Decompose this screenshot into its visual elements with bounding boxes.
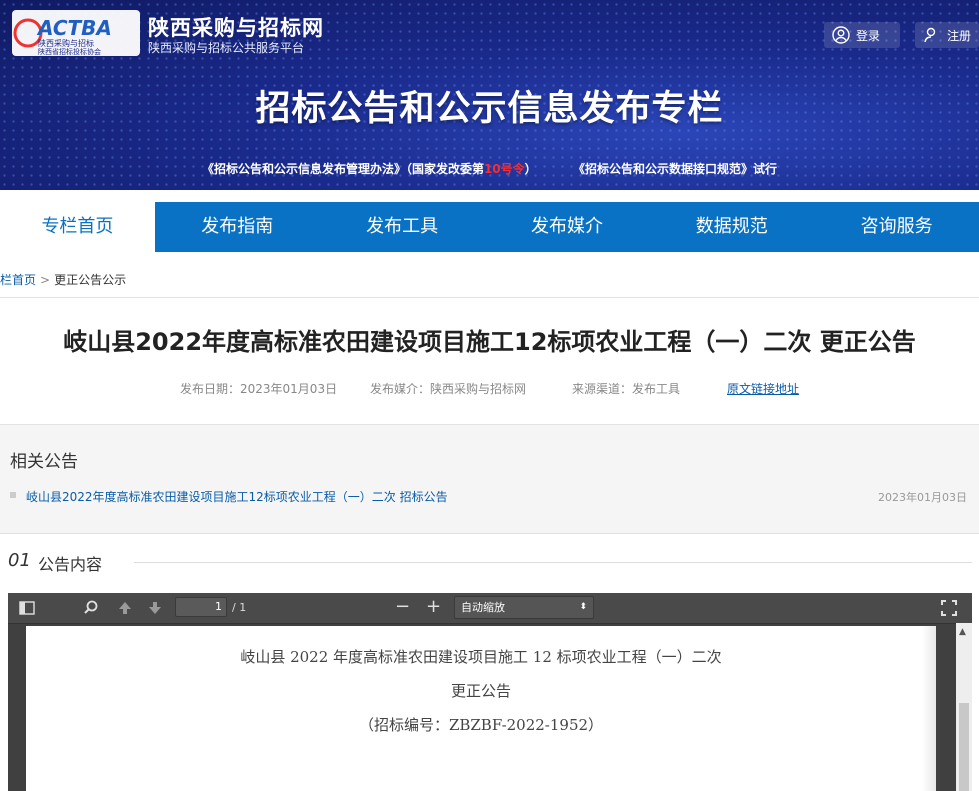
login-label: 登录 — [856, 28, 881, 43]
register-label: 注册 — [947, 28, 972, 43]
related-heading: 相关公告 — [10, 452, 78, 472]
nav-item-tools[interactable]: 发布工具 — [320, 202, 485, 252]
svg-text:陕西省招标投标协会: 陕西省招标投标协会 — [38, 47, 101, 56]
page-number-input[interactable]: 1 — [175, 597, 227, 617]
user-add-icon — [924, 27, 936, 43]
breadcrumb: 栏首页 > 更正公告公示 — [0, 271, 126, 288]
nav-item-media[interactable]: 发布媒介 — [485, 202, 650, 252]
pdf-page: 岐山县 2022 年度高标准农田建设项目施工 12 标项农业工程（一）二次 更正… — [26, 626, 936, 791]
zoom-select[interactable]: 自动缩放 ⬍ — [454, 596, 594, 619]
chevron-updown-icon: ⬍ — [579, 602, 587, 612]
regulation-link[interactable]: 《招标公告和公示信息发布管理办法》（国家发改委第10号令） — [202, 162, 537, 176]
fullscreen-icon[interactable] — [940, 599, 958, 617]
interface-spec-link[interactable]: 《招标公告和公示数据接口规范》试行 — [573, 162, 777, 176]
zoom-value: 自动缩放 — [461, 601, 505, 614]
section-label: 公告内容 — [38, 555, 103, 574]
sidebar-toggle-icon[interactable] — [18, 599, 36, 617]
section-number: 01 — [8, 550, 31, 571]
source-channel: 来源渠道：发布工具 — [572, 382, 681, 396]
register-button[interactable]: 注册 — [915, 22, 979, 48]
previous-page-icon[interactable] — [116, 599, 134, 617]
announcement-title: 岐山县2022年度高标准农田建设项目施工12标项农业工程（一）二次 更正公告 — [63, 328, 916, 356]
pdf-scrollbar[interactable]: ▲ — [956, 623, 972, 791]
doc-title-line: 岐山县 2022 年度高标准农田建设项目施工 12 标项农业工程（一）二次 — [240, 648, 722, 666]
breadcrumb-separator: > — [40, 273, 51, 287]
site-logo[interactable]: ACTBA 陕西采购与招标 陕西省招标投标协会 — [12, 10, 140, 56]
login-button[interactable]: 登录 — [824, 22, 900, 48]
regulation-link-text: 《招标公告和公示信息发布管理办法》（国家发改委第 — [201, 162, 484, 176]
zoom-out-button[interactable]: − — [395, 596, 413, 617]
nav-item-consulting[interactable]: 咨询服务 — [814, 202, 979, 252]
breadcrumb-current: 更正公告公示 — [54, 273, 127, 287]
related-announcements: 相关公告 岐山县2022年度高标准农田建设项目施工12标项农业工程（一）二次 招… — [0, 424, 979, 534]
main-nav: 专栏首页 发布指南 发布工具 发布媒介 数据规范 咨询服务 — [0, 202, 979, 252]
doc-subtitle-line: 更正公告 — [450, 682, 511, 700]
publish-date: 发布日期：2023年01月03日 — [180, 382, 338, 396]
original-link[interactable]: 原文链接地址 — [727, 380, 799, 397]
nav-item-guide[interactable]: 发布指南 — [155, 202, 320, 252]
pdf-viewer: 1 / 1 − + 自动缩放 ⬍ 岐山县 2022 年度高标准农田建设项目施工 … — [8, 593, 972, 791]
zoom-in-button[interactable]: + — [426, 596, 444, 617]
doc-tender-number: （招标编号：ZBZBF-2022-1952） — [358, 716, 604, 734]
divider — [0, 297, 979, 298]
site-name: 陕西采购与招标网 — [148, 16, 324, 40]
page-total: / 1 — [232, 601, 247, 614]
regulation-number: 10号令 — [483, 162, 525, 176]
publish-media: 发布媒介：陕西采购与招标网 — [370, 382, 527, 396]
nav-item-home[interactable]: 专栏首页 — [0, 202, 155, 252]
regulation-link-suffix: ） — [524, 162, 537, 176]
user-circle-icon — [832, 26, 850, 44]
scroll-up-arrow-icon[interactable]: ▲ — [959, 627, 966, 637]
pdf-toolbar: 1 / 1 − + 自动缩放 ⬍ — [8, 593, 972, 624]
related-item-link[interactable]: 岐山县2022年度高标准农田建设项目施工12标项农业工程（一）二次 招标公告 — [26, 488, 448, 505]
site-subtitle: 陕西采购与招标公共服务平台 — [148, 41, 305, 55]
header-banner: ACTBA 陕西采购与招标 陕西省招标投标协会 陕西采购与招标网 陕西采购与招标… — [0, 0, 979, 190]
nav-item-data-spec[interactable]: 数据规范 — [649, 202, 814, 252]
section-divider — [134, 562, 972, 563]
breadcrumb-home[interactable]: 栏首页 — [0, 273, 36, 287]
svg-text:陕西采购与招标: 陕西采购与招标 — [38, 38, 94, 48]
search-icon[interactable] — [82, 599, 100, 617]
banner-links: 《招标公告和公示信息发布管理办法》（国家发改委第10号令） 《招标公告和公示数据… — [0, 160, 979, 177]
banner-title: 招标公告和公示信息发布专栏 — [255, 89, 724, 129]
related-item-date: 2023年01月03日 — [878, 491, 967, 504]
next-page-icon[interactable] — [146, 599, 164, 617]
list-bullet — [10, 492, 16, 498]
svg-text:ACTBA: ACTBA — [36, 16, 112, 40]
scrollbar-thumb[interactable] — [959, 703, 969, 791]
